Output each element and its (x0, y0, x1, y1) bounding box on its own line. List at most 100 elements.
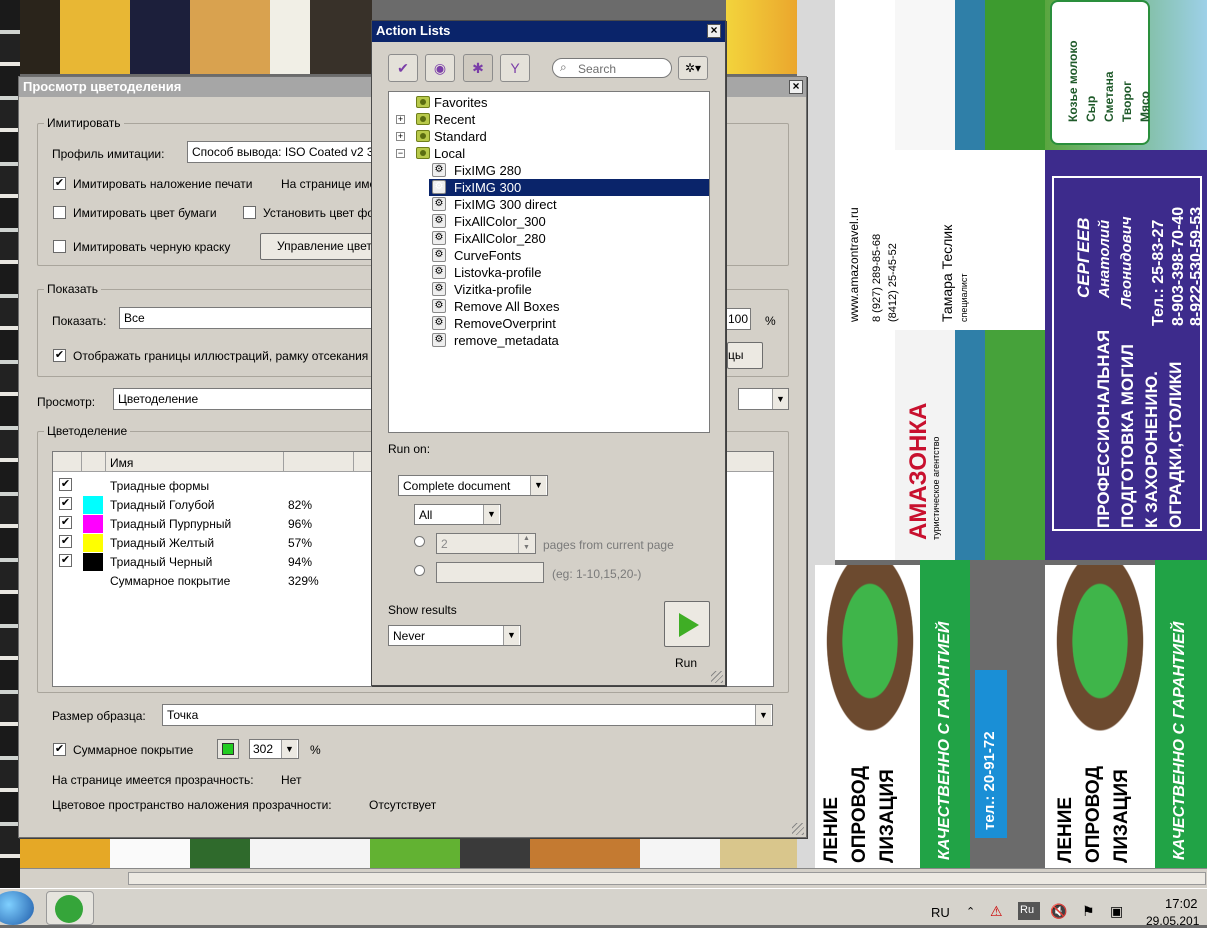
run-label: Run (675, 656, 698, 670)
amazonka-site: www.amazontravel.ru (847, 207, 861, 322)
separation-checkbox[interactable]: ✔ (59, 554, 72, 567)
run-on-dropdown[interactable]: Complete document (398, 475, 548, 496)
farm-item: Сметана (1102, 71, 1116, 122)
table-row[interactable]: Суммарное покрытие (110, 574, 230, 588)
manage-colors-button[interactable]: Управление цвет (260, 233, 374, 260)
chevron-down-icon[interactable]: ▼ (483, 505, 499, 524)
percent-field[interactable]: 100 (723, 308, 751, 330)
chevron-down-icon[interactable]: ▼ (503, 626, 519, 645)
search-input[interactable]: ⌕ Search (552, 58, 672, 78)
close-icon[interactable]: × (789, 80, 803, 94)
borders-settings-button[interactable]: цы (727, 342, 763, 369)
preview-dropdown[interactable]: Цветоделение (113, 388, 374, 410)
resize-grip[interactable] (711, 671, 723, 683)
action-icon: ⚙ (432, 333, 446, 347)
blend-space-value: Отсутствует (369, 798, 437, 812)
network-activity-icon[interactable]: ⚠ (990, 903, 1003, 920)
column-header-name[interactable]: Имя (110, 456, 133, 470)
action-item[interactable]: ⚙ Remove All Boxes (429, 298, 709, 315)
start-button-icon[interactable] (0, 891, 34, 925)
tree-folder-recent[interactable]: + Recent (389, 111, 709, 128)
preview-dropdown-tail[interactable]: ▼ (738, 388, 789, 410)
action-item[interactable]: ⚙ FixIMG 280 (429, 162, 709, 179)
collapse-icon[interactable]: − (396, 149, 405, 158)
separation-checkbox[interactable]: ✔ (59, 478, 72, 491)
simulate-paper-checkbox[interactable] (53, 206, 66, 219)
separation-checkbox[interactable]: ✔ (59, 516, 72, 529)
action-lists-titlebar[interactable]: Action Lists (372, 21, 725, 42)
table-row[interactable]: Триадный Желтый (110, 536, 214, 550)
keyboard-layout-badge[interactable]: Ru (1018, 902, 1040, 920)
action-item[interactable]: ⚙ FixAllColor_300 (429, 213, 709, 230)
search-icon: ⌕ (560, 60, 567, 74)
show-hidden-icons-icon[interactable]: ⌃ (966, 905, 975, 918)
expand-icon[interactable]: + (396, 132, 405, 141)
table-row[interactable]: Триадный Голубой (110, 498, 215, 512)
page-range-field[interactable] (436, 562, 544, 583)
amazonka-brand: АМАЗОНКА (905, 402, 932, 540)
card-text-c: ЛИЗАЦИЯ (1111, 769, 1132, 863)
network-icon[interactable]: ▣ (1110, 903, 1123, 920)
spinner-icon[interactable]: ▲ ▼ (518, 534, 534, 553)
table-cell-value: 329% (288, 574, 319, 588)
action-item[interactable]: ⚙ FixAllColor_280 (429, 230, 709, 247)
action-item[interactable]: ⚙ RemoveOverprint (429, 315, 709, 332)
resize-grip[interactable] (792, 823, 804, 835)
business-card-amazonka-contact: www.amazontravel.ru 8 (927) 289-85-68 (8… (835, 150, 1045, 330)
checkmark-icon[interactable]: ✔ (388, 54, 418, 82)
chevron-down-icon[interactable]: ▼ (755, 705, 771, 725)
action-item[interactable]: ⚙ remove_metadata (429, 332, 709, 349)
taskbar-app-button[interactable] (46, 891, 94, 925)
amazonka-subtitle: туристическое агентство (931, 436, 941, 540)
tree-folder-standard[interactable]: + Standard (389, 128, 709, 145)
run-button[interactable] (664, 601, 710, 647)
action-item[interactable]: ⚙ CurveFonts (429, 247, 709, 264)
clock-date[interactable]: 29.05.201 (1146, 914, 1199, 928)
purple-card-content: СЕРГЕЕВ Анатолий Леонидович Тел.: 25-83-… (1052, 176, 1205, 531)
settings-menu-icon[interactable]: ✲▾ (678, 56, 708, 80)
globe-icon[interactable]: ◉ (425, 54, 455, 82)
show-dropdown[interactable]: Все (119, 307, 374, 329)
purple-line3: К ЗАХОРОНЕНИЮ. (1142, 371, 1161, 528)
action-item[interactable]: ⚙ Listovka-profile (429, 264, 709, 281)
tree-folder-favorites[interactable]: Favorites (389, 94, 709, 111)
simulate-black-checkbox[interactable] (53, 240, 66, 253)
table-row[interactable]: Триадный Черный (110, 555, 212, 569)
simulation-profile-dropdown[interactable]: Способ вывода: ISO Coated v2 300 (187, 141, 374, 163)
close-icon[interactable]: × (707, 24, 721, 38)
action-item[interactable]: ⚙ Vizitka-profile (429, 281, 709, 298)
separation-checkbox[interactable]: ✔ (59, 497, 72, 510)
show-borders-checkbox[interactable]: ✔ (53, 349, 66, 362)
simulate-overprint-checkbox[interactable]: ✔ (53, 177, 66, 190)
clock-time[interactable]: 17:02 (1165, 896, 1198, 911)
action-item[interactable]: ⚙ FixIMG 300 direct (429, 196, 709, 213)
scrollbar-thumb[interactable] (128, 872, 1206, 885)
gear-icon[interactable]: ✱ (463, 54, 493, 82)
chevron-down-icon[interactable]: ▼ (281, 740, 297, 758)
radio-pages-from-current[interactable] (414, 536, 425, 547)
show-results-dropdown[interactable]: Never (388, 625, 521, 646)
expand-icon[interactable]: + (396, 115, 405, 124)
table-row[interactable]: Триадные формы (110, 479, 209, 493)
action-item-selected[interactable]: ⚙ FixIMG 300 (429, 179, 709, 196)
tree-folder-local[interactable]: − Local (389, 145, 709, 162)
chevron-down-icon[interactable]: ▼ (772, 389, 788, 409)
cyan-swatch (83, 496, 103, 514)
flag-icon[interactable]: ⚑ (1082, 903, 1095, 920)
simulate-black-label: Имитировать черную краску (73, 240, 231, 254)
horizontal-scrollbar[interactable] (20, 868, 1207, 888)
radio-page-range[interactable] (414, 565, 425, 576)
purple-line2: ПОДГОТОВКА МОГИЛ (1118, 344, 1137, 528)
separation-checkbox[interactable]: ✔ (59, 535, 72, 548)
magenta-swatch (83, 515, 103, 533)
merge-icon[interactable]: Y (500, 54, 530, 82)
total-coverage-checkbox[interactable]: ✔ (53, 743, 66, 756)
set-page-color-checkbox[interactable] (243, 206, 256, 219)
table-row[interactable]: Триадный Пурпурный (110, 517, 231, 531)
language-indicator[interactable]: RU (931, 905, 950, 920)
chevron-down-icon[interactable]: ▼ (530, 476, 546, 495)
volume-muted-icon[interactable]: 🔇 (1050, 903, 1067, 920)
action-icon: ⚙ (432, 265, 446, 279)
sample-size-dropdown[interactable]: Точка (162, 704, 773, 726)
coverage-color-button[interactable] (217, 739, 239, 759)
